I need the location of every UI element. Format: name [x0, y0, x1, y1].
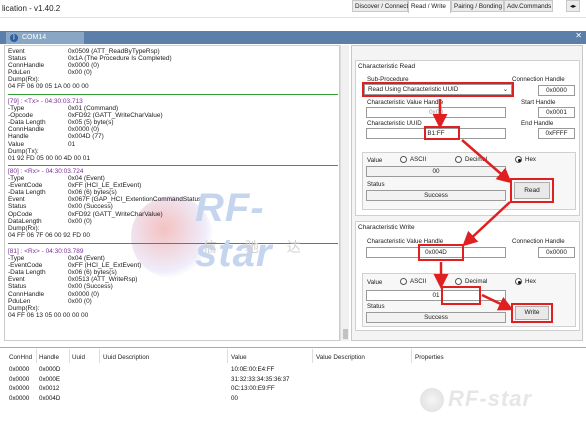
table-cell[interactable]: 0x000E [39, 376, 60, 383]
table-cell[interactable]: 00 [231, 395, 238, 402]
table-cell[interactable]: 0C:13:00:E9:FF [231, 385, 275, 392]
table-cell[interactable]: 0x0000 [9, 395, 29, 402]
column-divider [411, 349, 412, 363]
col-header-uuid[interactable]: Uuid [72, 354, 85, 361]
column-divider [99, 349, 100, 363]
col-header-handle[interactable]: Handle [39, 354, 59, 361]
col-header-properties[interactable]: Properties [415, 354, 444, 361]
col-header-value[interactable]: Value [231, 354, 247, 361]
arrow-to-write-button [481, 293, 514, 311]
rfstar-logo-icon [420, 388, 444, 412]
rfstar-logo-text: RF-star [448, 386, 533, 411]
table-cell[interactable]: 0x004D [39, 395, 60, 402]
arrow-to-write-handle [462, 201, 511, 247]
table-cell[interactable]: 0x0000 [9, 376, 29, 383]
column-divider [69, 349, 70, 363]
table-cell[interactable]: 0x0012 [39, 385, 59, 392]
column-divider [36, 349, 37, 363]
col-header-conhnd[interactable]: ConHnd [9, 354, 32, 361]
table-cell[interactable]: 31:32:33:34:35:36:37 [231, 376, 290, 383]
column-divider [227, 349, 228, 363]
column-divider [312, 349, 313, 363]
arrow-to-read [461, 139, 512, 184]
table-cell[interactable]: 10:0E:00:E4:FF [231, 366, 274, 373]
table-cell[interactable]: 0x000D [39, 366, 60, 373]
col-header-uuid-description[interactable]: Uuid Description [103, 354, 149, 361]
col-header-value-description[interactable]: Value Description [316, 354, 365, 361]
table-cell[interactable]: 0x0000 [9, 366, 29, 373]
table-cell[interactable]: 0x0000 [9, 385, 29, 392]
